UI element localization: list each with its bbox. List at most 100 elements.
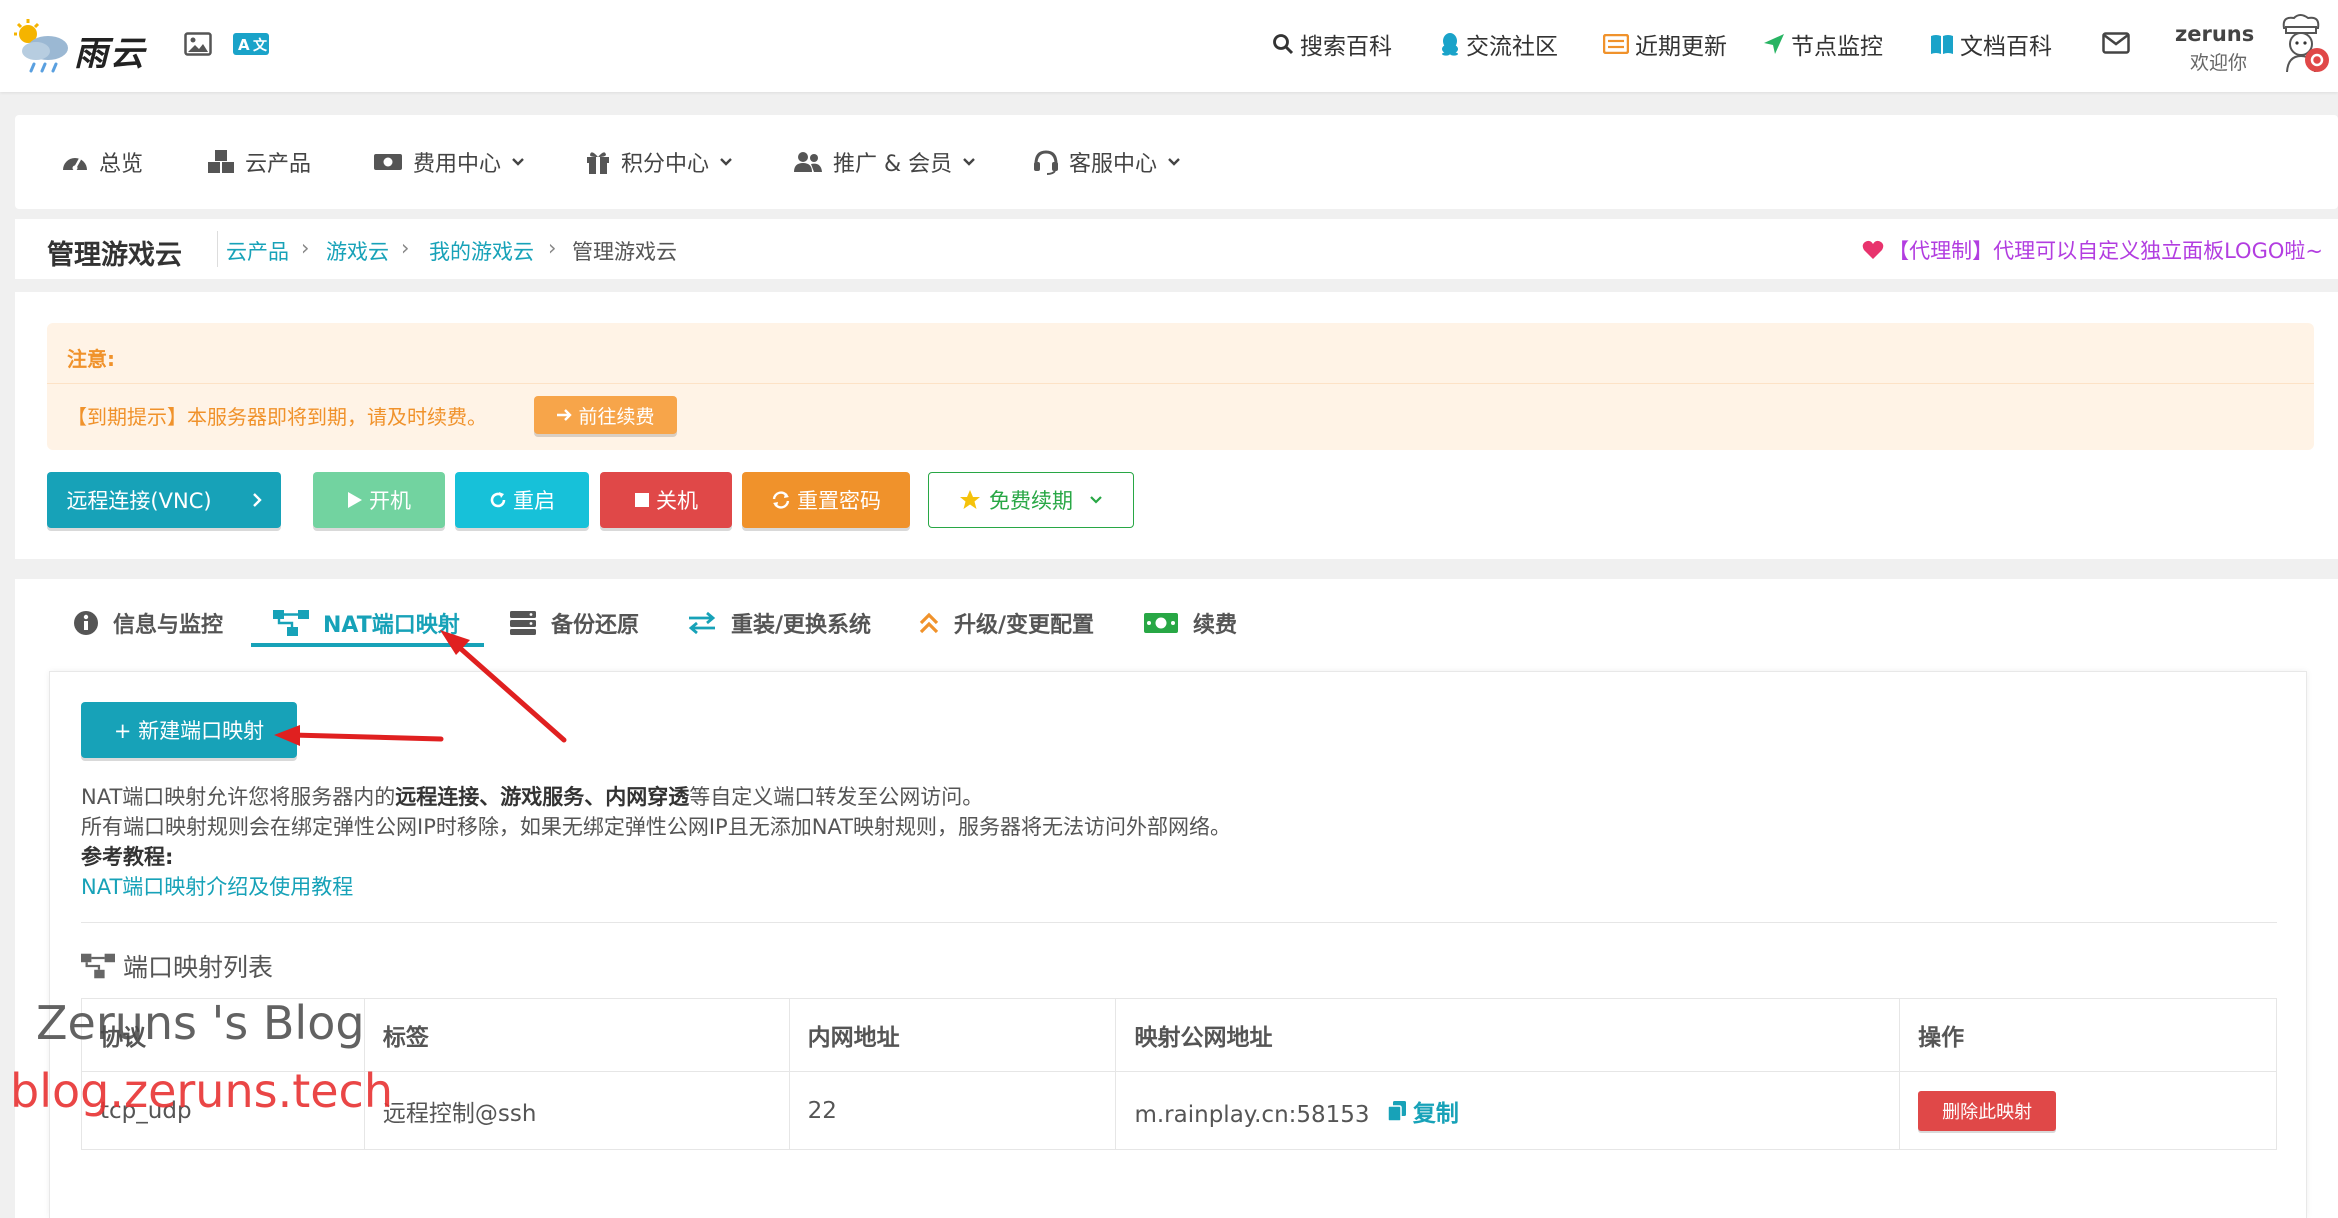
title-divider <box>217 231 218 267</box>
search-icon <box>1272 33 1294 55</box>
tab-upgrade-config-label: 升级/变更配置 <box>954 607 1094 639</box>
restart-button[interactable]: 重启 <box>455 472 589 528</box>
column-header-label: 标签 <box>364 999 789 1072</box>
copy-button[interactable]: 复制 <box>1387 1094 1459 1128</box>
menu-support[interactable]: 客服中心 <box>1033 115 1191 209</box>
weather-logo-icon <box>14 18 72 74</box>
nat-panel: + 新建端口映射 NAT端口映射允许您将服务器内的远程连接、游戏服务、内网穿透等… <box>49 671 2307 1218</box>
nat-card: 信息与监控 NAT端口映射 备份还原 重装/更换系统 升级/变更配置 续费 + … <box>15 579 2338 1218</box>
tutorial-link[interactable]: NAT端口映射介绍及使用教程 <box>81 871 353 901</box>
free-renew-button[interactable]: 免费续期 <box>928 472 1134 528</box>
money-icon <box>1143 612 1179 634</box>
tab-info-monitor[interactable]: 信息与监控 <box>73 601 223 645</box>
chevron-down-icon <box>962 157 976 167</box>
tab-backup-restore-label: 备份还原 <box>551 607 639 639</box>
breadcrumb-separator: › <box>301 236 309 260</box>
delete-mapping-button[interactable]: 删除此映射 <box>1918 1091 2056 1131</box>
tab-reinstall-os-label: 重装/更换系统 <box>731 607 871 639</box>
nav-node-monitor[interactable]: 节点监控 <box>1763 24 1883 64</box>
nat-desc-1a: NAT端口映射允许您将服务器内的 <box>81 785 395 809</box>
breadcrumb-my-game-cloud[interactable]: 我的游戏云 <box>429 236 534 266</box>
page-title: 管理游戏云 <box>47 233 182 272</box>
mail-icon[interactable] <box>2102 32 2130 54</box>
menu-overview-label: 总览 <box>99 146 143 178</box>
chevron-down-icon <box>1167 157 1181 167</box>
port-list-title: 端口映射列表 <box>123 948 273 984</box>
start-button[interactable]: 开机 <box>313 472 445 528</box>
nav-updates[interactable]: 近期更新 <box>1603 24 1727 64</box>
tab-nat-port-mapping-label: NAT端口映射 <box>323 607 460 639</box>
translate-icon[interactable]: A 文 <box>233 33 269 55</box>
stop-icon <box>634 492 650 508</box>
table-header-row: 协议 标签 内网地址 映射公网地址 操作 <box>82 999 2277 1072</box>
shutdown-button[interactable]: 关机 <box>600 472 732 528</box>
nav-updates-label: 近期更新 <box>1635 27 1727 61</box>
tab-renewal[interactable]: 续费 <box>1143 601 1237 645</box>
headset-icon <box>1033 149 1059 175</box>
menu-promotion-label: 推广 & 会员 <box>833 146 952 178</box>
menu-cloud-products-label: 云产品 <box>245 146 311 178</box>
qq-icon <box>1440 32 1460 56</box>
nav-community[interactable]: 交流社区 <box>1440 24 1558 64</box>
tab-upgrade-config[interactable]: 升级/变更配置 <box>918 601 1094 645</box>
copy-icon <box>1387 1100 1407 1122</box>
new-port-mapping-button[interactable]: + 新建端口映射 <box>81 702 297 758</box>
avatar[interactable] <box>2272 12 2332 78</box>
welcome-text: 欢迎你 <box>2190 48 2247 75</box>
tab-backup-restore[interactable]: 备份还原 <box>509 601 639 645</box>
brand-name: 雨云 <box>74 26 146 75</box>
nav-community-label: 交流社区 <box>1466 27 1558 61</box>
menu-promotion[interactable]: 推广 & 会员 <box>793 115 986 209</box>
user-name[interactable]: zeruns <box>2175 22 2254 46</box>
vnc-button[interactable]: 远程连接(VNC) <box>47 472 281 528</box>
public-address-text: m.rainplay.cn:58153 <box>1134 1102 1369 1128</box>
heart-icon <box>1862 240 1884 260</box>
breadcrumb-separator: › <box>548 236 556 260</box>
cell-inner-address: 22 <box>789 1072 1116 1150</box>
main-menu: 总览 云产品 费用中心 积分中心 推广 & 会员 客服中心 <box>15 115 2338 209</box>
location-arrow-icon <box>1763 33 1785 55</box>
dashboard-icon <box>61 150 89 174</box>
chevron-down-icon <box>511 157 525 167</box>
free-renew-label: 免费续期 <box>989 485 1073 515</box>
svg-text:文: 文 <box>253 37 268 54</box>
chevron-down-icon <box>719 157 733 167</box>
refresh-icon <box>489 491 507 509</box>
menu-overview[interactable]: 总览 <box>61 115 143 209</box>
promo-banner[interactable]: 【代理制】代理可以自定义独立面板LOGO啦~ <box>1862 235 2323 265</box>
users-icon <box>793 151 823 173</box>
go-renew-label: 前往续费 <box>578 402 654 429</box>
new-port-mapping-label: + 新建端口映射 <box>114 715 264 745</box>
menu-billing[interactable]: 费用中心 <box>373 115 535 209</box>
menu-cloud-products[interactable]: 云产品 <box>207 115 311 209</box>
chevron-right-icon <box>252 492 262 508</box>
port-mapping-table: 协议 标签 内网地址 映射公网地址 操作 tcp_udp 远程控制@ssh 22… <box>81 998 2277 1150</box>
go-renew-button[interactable]: 前往续费 <box>534 396 677 434</box>
exchange-icon <box>687 611 717 635</box>
port-list-heading: 端口映射列表 <box>81 948 273 984</box>
cell-label: 远程控制@ssh <box>364 1072 789 1150</box>
nat-desc-1c: 等自定义端口转发至公网访问。 <box>689 785 983 809</box>
column-header-inner-address: 内网地址 <box>789 999 1116 1072</box>
reset-password-button[interactable]: 重置密码 <box>742 472 910 528</box>
breadcrumb-game-cloud[interactable]: 游戏云 <box>326 236 389 266</box>
promo-text: 【代理制】代理可以自定义独立面板LOGO啦~ <box>1888 235 2323 265</box>
nav-search-wiki[interactable]: 搜索百科 <box>1272 24 1392 64</box>
chef-avatar-icon <box>2272 12 2332 78</box>
tutorial-label: 参考教程: <box>81 841 173 871</box>
nav-docs[interactable]: 文档百科 <box>1930 24 2052 64</box>
money-icon <box>373 152 403 172</box>
top-header: 雨云 A 文 搜索百科 交流社区 近期更新 节点监控 文档百科 zeruns 欢… <box>0 0 2338 92</box>
breadcrumb-cloud-products[interactable]: 云产品 <box>226 236 289 266</box>
brand-logo[interactable]: 雨云 <box>14 18 164 74</box>
blog-watermark-url: blog.zeruns.tech <box>10 1064 393 1118</box>
active-tab-indicator <box>251 643 484 647</box>
image-icon[interactable] <box>184 32 212 56</box>
tab-renewal-label: 续费 <box>1193 607 1237 639</box>
menu-points[interactable]: 积分中心 <box>585 115 743 209</box>
menu-points-label: 积分中心 <box>621 146 709 178</box>
breadcrumb-current: 管理游戏云 <box>572 236 677 266</box>
tab-reinstall-os[interactable]: 重装/更换系统 <box>687 601 871 645</box>
tab-nat-port-mapping[interactable]: NAT端口映射 <box>273 601 460 645</box>
column-header-public-address: 映射公网地址 <box>1116 999 1900 1072</box>
